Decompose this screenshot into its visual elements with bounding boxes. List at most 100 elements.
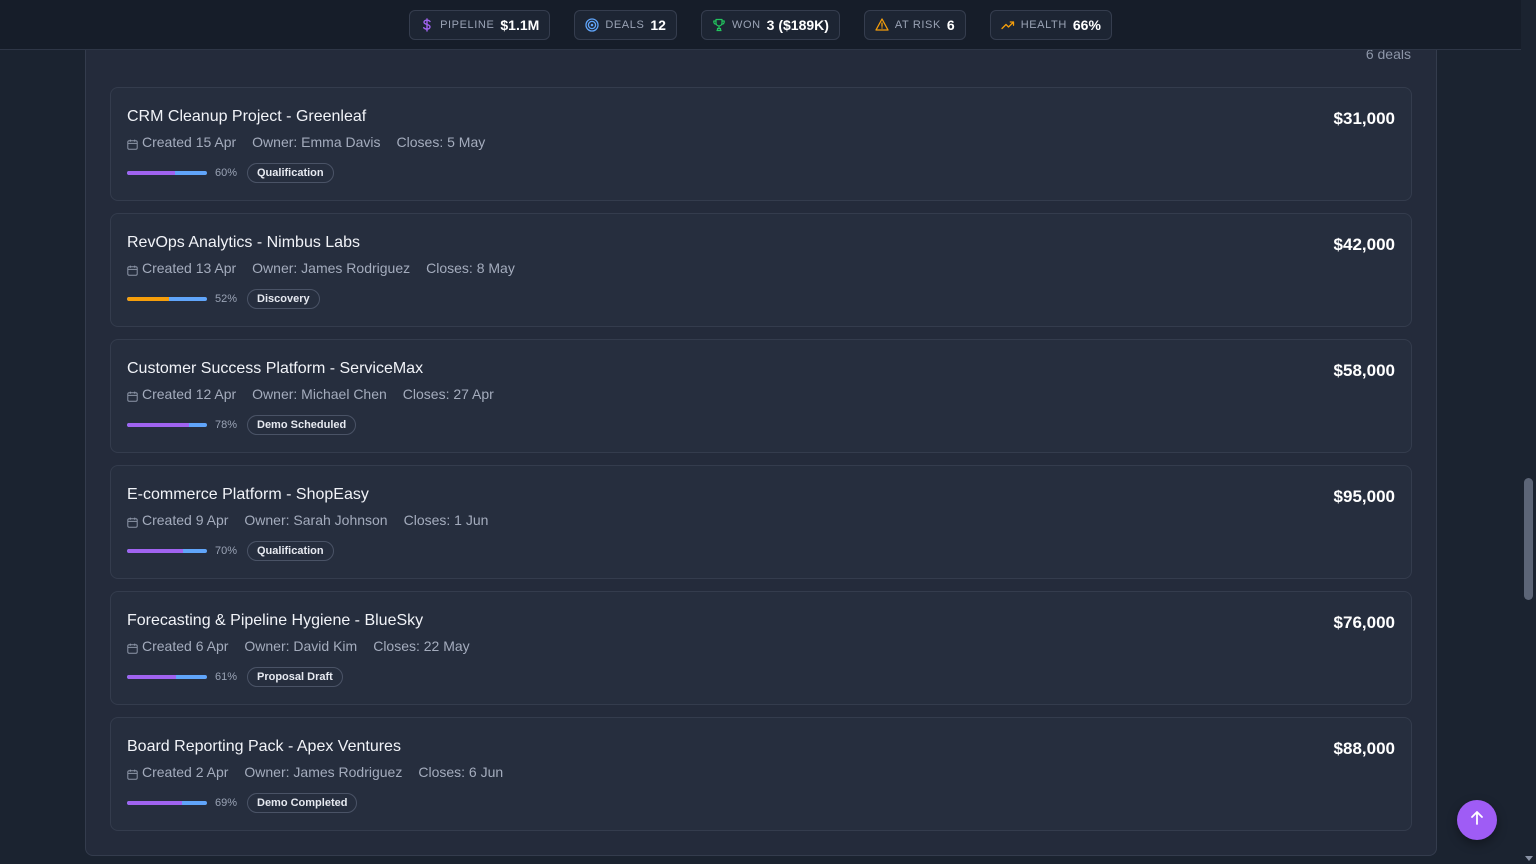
deal-amount: $58,000 xyxy=(1333,361,1395,380)
deal-card[interactable]: E-commerce Platform - ShopEasy $95,000 C… xyxy=(110,465,1412,579)
stat-label: DEALS xyxy=(605,18,645,31)
deal-amount: $42,000 xyxy=(1333,235,1395,254)
progress-bar-fill xyxy=(127,801,183,805)
deal-card[interactable]: RevOps Analytics - Nimbus Labs $42,000 C… xyxy=(110,213,1412,327)
deal-meta: Created 15 Apr Owner: Emma Davis Closes:… xyxy=(127,134,485,150)
deal-progress: 70% Qualification xyxy=(127,541,334,561)
deal-owner: Owner: Sarah Johnson xyxy=(244,512,388,528)
stat-value: 6 xyxy=(946,16,955,33)
stat-label: WON xyxy=(731,18,761,31)
stat-value: 3 ($189K) xyxy=(766,16,829,33)
deals-panel: 6 deals CRM Cleanup Project - Greenleaf … xyxy=(85,30,1437,856)
calendar-icon xyxy=(127,389,138,402)
progress-bar-fill xyxy=(127,297,169,301)
trending-up-icon xyxy=(1001,18,1015,32)
page-scrollbar[interactable] xyxy=(1521,0,1536,864)
stat-pipeline[interactable]: PIPELINE $1.1M xyxy=(409,9,551,40)
deal-created-text: Created 15 Apr xyxy=(142,134,237,150)
deal-created-text: Created 12 Apr xyxy=(142,386,237,402)
deal-amount: $88,000 xyxy=(1333,739,1395,758)
progress-percent: 61% xyxy=(215,671,238,683)
calendar-icon xyxy=(127,767,138,780)
deal-amount: $95,000 xyxy=(1333,487,1395,506)
deal-closes: Closes: 1 Jun xyxy=(403,512,489,528)
calendar-icon xyxy=(127,641,138,654)
deal-created-text: Created 9 Apr xyxy=(142,512,229,528)
deal-meta: Created 6 Apr Owner: David Kim Closes: 2… xyxy=(127,638,470,654)
calendar-icon xyxy=(127,515,138,528)
stat-won[interactable]: WON 3 ($189K) xyxy=(700,9,840,40)
deal-created: Created 9 Apr xyxy=(127,512,228,528)
progress-bar xyxy=(127,675,207,679)
progress-bar-fill xyxy=(127,675,176,679)
deal-closes: Closes: 22 May xyxy=(373,638,470,654)
warning-icon xyxy=(875,18,889,32)
deal-meta: Created 2 Apr Owner: James Rodriguez Clo… xyxy=(127,764,503,780)
deal-meta: Created 12 Apr Owner: Michael Chen Close… xyxy=(127,386,494,402)
deal-owner: Owner: Emma Davis xyxy=(252,134,381,150)
stats-bar: PIPELINE $1.1M DEALS 12 WON 3 ($189K) AT… xyxy=(0,0,1521,50)
deal-owner: Owner: Michael Chen xyxy=(252,386,387,402)
deal-progress: 69% Demo Completed xyxy=(127,793,358,813)
deal-card[interactable]: Board Reporting Pack - Apex Ventures $88… xyxy=(110,717,1412,831)
progress-bar xyxy=(127,423,207,427)
progress-percent: 52% xyxy=(215,293,238,305)
stat-at-risk[interactable]: AT RISK 6 xyxy=(863,9,966,40)
trophy-icon xyxy=(712,18,726,32)
stage-badge: Demo Completed xyxy=(247,793,358,813)
stage-badge: Qualification xyxy=(247,541,334,561)
stat-health[interactable]: HEALTH 66% xyxy=(989,9,1112,40)
deal-created-text: Created 13 Apr xyxy=(142,260,237,276)
stat-label: HEALTH xyxy=(1020,18,1067,31)
progress-bar xyxy=(127,549,207,553)
stat-deals[interactable]: DEALS 12 xyxy=(574,9,677,40)
deal-title[interactable]: Board Reporting Pack - Apex Ventures xyxy=(127,738,401,756)
progress-percent: 60% xyxy=(215,167,238,179)
target-icon xyxy=(585,17,599,32)
calendar-icon xyxy=(127,137,138,150)
deal-progress: 61% Proposal Draft xyxy=(127,667,343,687)
deal-closes: Closes: 6 Jun xyxy=(418,764,504,780)
deal-list: CRM Cleanup Project - Greenleaf $31,000 … xyxy=(110,87,1412,831)
stage-badge: Demo Scheduled xyxy=(247,415,357,435)
stat-value: 12 xyxy=(650,16,666,33)
stage-badge: Discovery xyxy=(247,289,320,309)
deal-title[interactable]: Customer Success Platform - ServiceMax xyxy=(127,360,423,378)
stage-badge: Qualification xyxy=(247,163,334,183)
deal-meta: Created 13 Apr Owner: James Rodriguez Cl… xyxy=(127,260,515,276)
stat-value: 66% xyxy=(1072,16,1101,33)
arrow-up-icon xyxy=(1469,810,1485,831)
progress-bar-fill xyxy=(127,549,183,553)
calendar-icon xyxy=(127,263,138,276)
deal-closes: Closes: 27 Apr xyxy=(402,386,494,402)
deal-created: Created 12 Apr xyxy=(127,386,236,402)
scroll-down-arrow[interactable] xyxy=(1525,856,1533,861)
deal-card[interactable]: Forecasting & Pipeline Hygiene - BlueSky… xyxy=(110,591,1412,705)
stat-value: $1.1M xyxy=(500,16,540,33)
deal-title[interactable]: Forecasting & Pipeline Hygiene - BlueSky xyxy=(127,612,423,630)
deal-created: Created 13 Apr xyxy=(127,260,236,276)
deal-created-text: Created 6 Apr xyxy=(142,638,229,654)
deal-amount: $31,000 xyxy=(1333,109,1395,128)
deal-card[interactable]: CRM Cleanup Project - Greenleaf $31,000 … xyxy=(110,87,1412,201)
deal-created-text: Created 2 Apr xyxy=(142,764,229,780)
deal-card[interactable]: Customer Success Platform - ServiceMax $… xyxy=(110,339,1412,453)
dollar-icon xyxy=(420,17,434,32)
stage-badge: Proposal Draft xyxy=(247,667,343,687)
stat-label: AT RISK xyxy=(894,18,941,31)
deal-closes: Closes: 8 May xyxy=(426,260,515,276)
deal-closes: Closes: 5 May xyxy=(396,134,486,150)
progress-bar-fill xyxy=(127,423,190,427)
deal-meta: Created 9 Apr Owner: Sarah Johnson Close… xyxy=(127,512,488,528)
deal-created: Created 6 Apr xyxy=(127,638,228,654)
deal-title[interactable]: E-commerce Platform - ShopEasy xyxy=(127,486,369,504)
scrollbar-thumb[interactable] xyxy=(1524,478,1533,600)
deal-progress: 52% Discovery xyxy=(127,289,320,309)
deal-owner: Owner: James Rodriguez xyxy=(244,764,403,780)
deal-title[interactable]: RevOps Analytics - Nimbus Labs xyxy=(127,234,360,252)
progress-percent: 78% xyxy=(215,419,238,431)
deal-created: Created 15 Apr xyxy=(127,134,236,150)
deal-title[interactable]: CRM Cleanup Project - Greenleaf xyxy=(127,108,366,126)
back-to-top-button[interactable] xyxy=(1457,800,1497,840)
deal-owner: Owner: James Rodriguez xyxy=(252,260,411,276)
